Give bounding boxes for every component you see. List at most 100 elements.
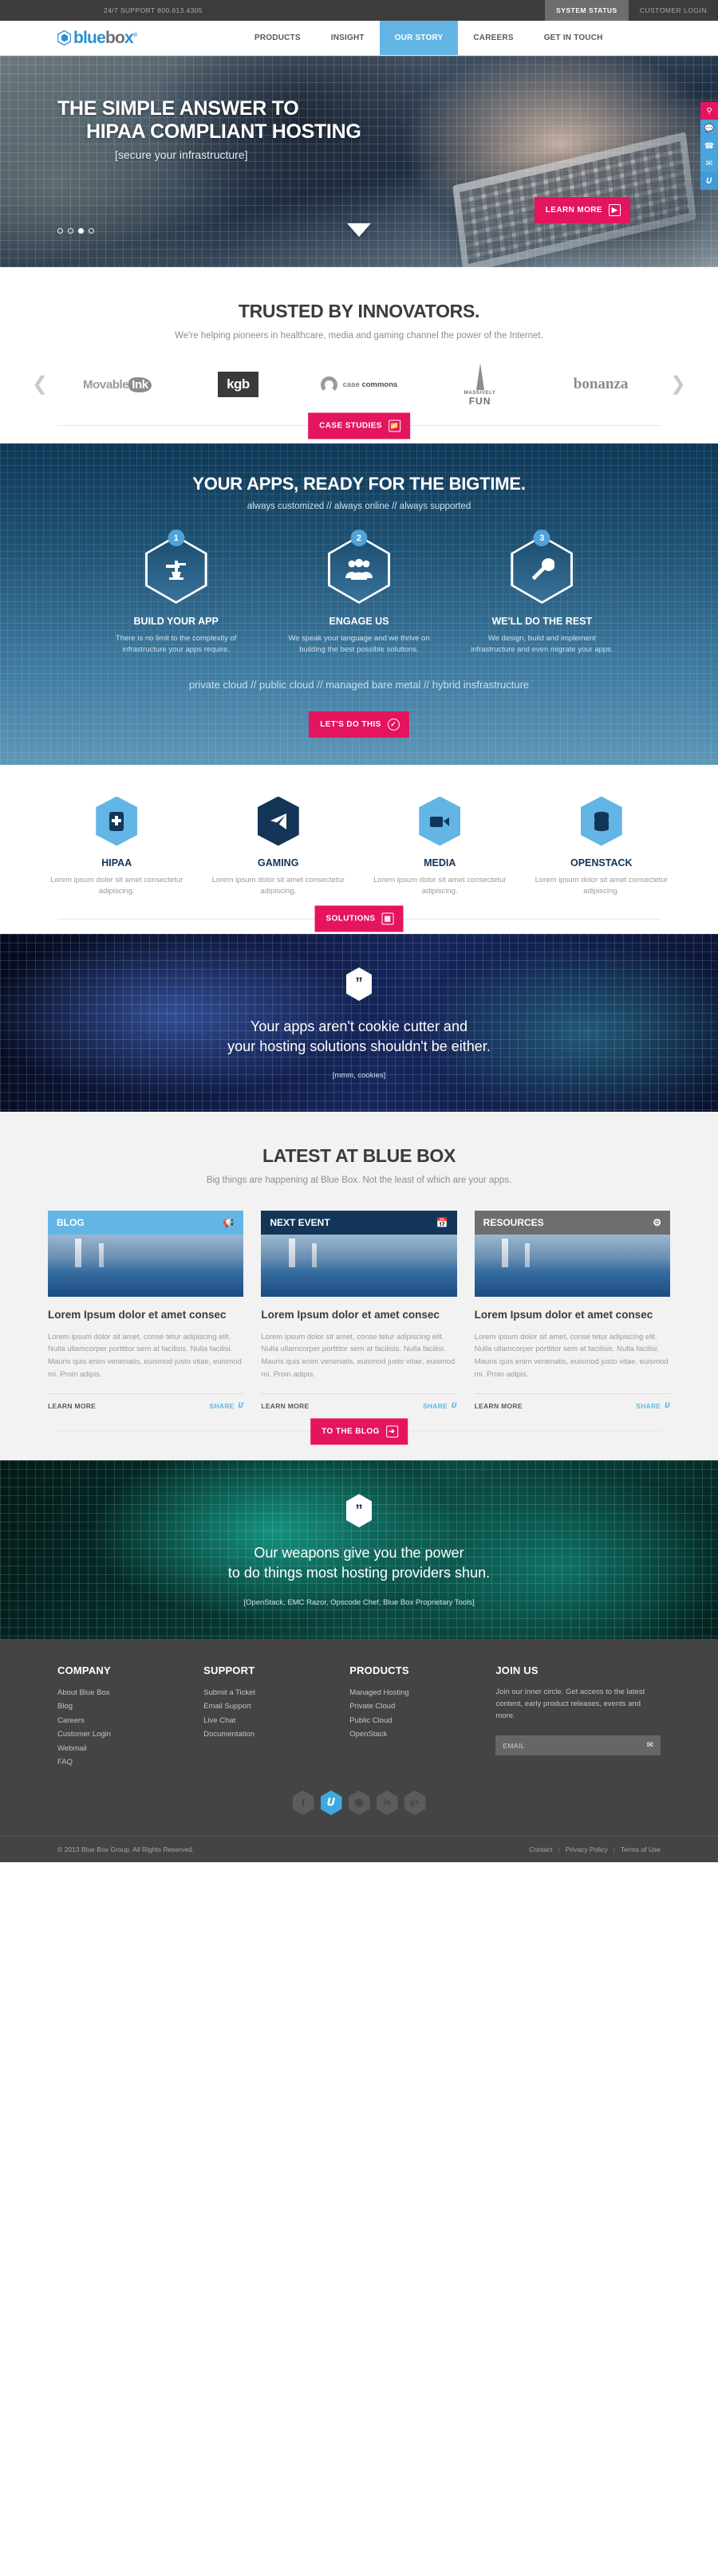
footer-link-faq[interactable]: FAQ (57, 1755, 180, 1770)
footer-link-email-support[interactable]: Email Support (203, 1700, 325, 1714)
card-blog-label: BLOG (57, 1217, 85, 1229)
facebook-icon[interactable]: f (292, 1790, 314, 1815)
footer-link-managed-hosting[interactable]: Managed Hosting (349, 1686, 471, 1700)
card-next-event-share[interactable]: SHARE 𝑼 (423, 1401, 457, 1410)
step-engage-us: 2 ENGAGE US We speak your language and w… (282, 530, 435, 656)
solutions-button[interactable]: SOLUTIONS ▦ (314, 905, 404, 932)
footer-link-terms[interactable]: Terms of Use (621, 1845, 661, 1853)
hero-title-line2: HIPAA COMPLIANT HOSTING (86, 120, 361, 143)
system-status-link[interactable]: SYSTEM STATUS (545, 0, 629, 21)
chevron-left-icon[interactable]: ❮ (32, 375, 48, 394)
hero-learn-more-button[interactable]: LEARN MORE ▶ (534, 197, 630, 223)
footer-link-customer-login[interactable]: Customer Login (57, 1727, 180, 1742)
carousel-dot-1[interactable] (57, 228, 63, 234)
nav-item-products[interactable]: PRODUCTS (239, 21, 316, 55)
quote-mark-icon: ” (346, 967, 372, 1001)
latest-title: LATEST AT BLUE BOX (262, 1145, 456, 1167)
footer-link-live-chat[interactable]: Live Chat (203, 1714, 325, 1728)
database-stack-icon (580, 796, 622, 846)
quote2-line1: Our weapons give you the power (254, 1545, 464, 1562)
card-blog-share-label: SHARE (209, 1401, 235, 1410)
card-resources-header[interactable]: RESOURCES ⚙ (474, 1211, 670, 1235)
footer-link-submit-ticket[interactable]: Submit a Ticket (203, 1686, 325, 1700)
twitter-icon[interactable]: 𝑼 (320, 1790, 342, 1815)
card-blog-thumbnail (48, 1235, 244, 1298)
search-icon[interactable]: ⚲ (700, 102, 718, 120)
footer-link-public-cloud[interactable]: Public Cloud (349, 1714, 471, 1728)
envelope-icon[interactable]: ✉ (647, 1741, 653, 1750)
step-1-title: BUILD YOUR APP (133, 616, 219, 627)
main-navigation: bluebox® PRODUCTS INSIGHT OUR STORY CARE… (0, 21, 718, 56)
card-resources-label: RESOURCES (483, 1217, 544, 1229)
googleplus-icon[interactable]: g+ (404, 1790, 426, 1815)
casecommons-wordmark: case commons (343, 380, 398, 389)
footer-join-title: JOIN US (495, 1664, 538, 1676)
solution-openstack[interactable]: OPENSTACK Lorem ipsum dolor sit amet con… (529, 796, 675, 898)
footer-link-webmail[interactable]: Webmail (57, 1742, 180, 1756)
quote1-line2: your hosting solutions shouldn't be eith… (227, 1038, 491, 1055)
mail-icon[interactable]: ✉ (700, 155, 718, 172)
nav-item-insight[interactable]: INSIGHT (316, 21, 380, 55)
footer-link-private-cloud[interactable]: Private Cloud (349, 1700, 471, 1714)
footer-link-about[interactable]: About Blue Box (57, 1686, 180, 1700)
linkedin-icon[interactable]: in (376, 1790, 398, 1815)
folder-icon: 📁 (388, 419, 400, 431)
chat-icon[interactable]: 💬 (700, 120, 718, 137)
client-logo-case-commons[interactable]: case commons (307, 364, 411, 404)
bluebox-logo[interactable]: bluebox® (57, 30, 137, 46)
client-logo-kgb[interactable]: kgb (187, 364, 290, 404)
footer-link-openstack[interactable]: OpenStack (349, 1727, 471, 1742)
lets-do-this-label: LET'S DO THIS (320, 719, 381, 729)
card-blog-header[interactable]: BLOG 📢 (48, 1211, 244, 1235)
github-icon[interactable]: ◉ (348, 1790, 370, 1815)
latest-cards: BLOG 📢 Lorem Ipsum dolor et amet consec … (0, 1211, 718, 1410)
solution-hipaa-body: Lorem ipsum dolor sit amet consectetur a… (50, 875, 183, 896)
apps-steps: 1 BUILD YOUR APP There is no limit to th… (0, 530, 718, 656)
twitter-icon[interactable]: 𝑼 (700, 172, 718, 190)
nav-item-get-in-touch[interactable]: GET IN TOUCH (529, 21, 618, 55)
client-logo-movable-ink[interactable]: Movable Ink (65, 364, 169, 404)
movableink-part1: Movable (83, 377, 129, 392)
nav-item-our-story[interactable]: OUR STORY (379, 21, 459, 55)
chevron-right-icon[interactable]: ❯ (670, 375, 686, 394)
solution-gaming[interactable]: GAMING Lorem ipsum dolor sit amet consec… (206, 796, 352, 898)
card-resources-learn-more[interactable]: LEARN MORE (475, 1402, 523, 1410)
card-blog-learn-more[interactable]: LEARN MORE (48, 1402, 96, 1410)
phone-icon[interactable]: ☎ (700, 137, 718, 155)
newsletter-email-field[interactable]: EMAIL ✉ (495, 1735, 661, 1756)
card-next-event-learn-more[interactable]: LEARN MORE (261, 1402, 309, 1410)
chevron-down-icon[interactable] (347, 223, 371, 237)
solution-media[interactable]: MEDIA Lorem ipsum dolor sit amet consect… (367, 796, 513, 898)
quote-band-weapons: ” Our weapons give you the power to do t… (0, 1460, 718, 1639)
footer-link-blog[interactable]: Blog (57, 1700, 180, 1714)
client-logo-bonanza[interactable]: bonanza (549, 364, 653, 404)
footer-legal-links: Contact | Privacy Policy | Terms of Use (529, 1845, 661, 1853)
lets-do-this-button[interactable]: LET'S DO THIS ✓ (309, 711, 409, 738)
card-next-event-header[interactable]: NEXT EVENT 📅 (261, 1211, 457, 1235)
solution-openstack-body: Lorem ipsum dolor sit amet consectetur a… (535, 875, 668, 896)
footer-columns: COMPANY About Blue Box Blog Careers Cust… (0, 1664, 718, 1770)
footer-link-documentation[interactable]: Documentation (203, 1727, 325, 1742)
footer-link-contact[interactable]: Contact (529, 1845, 552, 1853)
client-logo-massively-fun[interactable]: MASSIVELY FUN (428, 362, 532, 407)
latest-subtitle: Big things are happening at Blue Box. No… (206, 1176, 512, 1186)
nav-item-careers[interactable]: CAREERS (458, 21, 528, 55)
footer-link-careers[interactable]: Careers (57, 1714, 180, 1728)
footer-link-privacy[interactable]: Privacy Policy (566, 1845, 608, 1853)
side-rail: ⚲ 💬 ☎ ✉ 𝑼 (700, 102, 718, 190)
carousel-dot-2[interactable] (68, 228, 73, 234)
carousel-dot-3[interactable] (78, 228, 84, 234)
carousel-dot-4[interactable] (89, 228, 94, 234)
card-blog-share[interactable]: SHARE 𝑼 (209, 1401, 243, 1410)
case-studies-button[interactable]: CASE STUDIES 📁 (308, 412, 410, 439)
movableink-wordmark: Movable Ink (83, 376, 152, 392)
card-resources-share[interactable]: SHARE 𝑼 (636, 1401, 670, 1410)
solution-hipaa[interactable]: HIPAA Lorem ipsum dolor sit amet consect… (44, 796, 190, 898)
bluebox-hex-mark (57, 30, 71, 45)
footer-company-links: About Blue Box Blog Careers Customer Log… (57, 1686, 180, 1770)
logo-area[interactable]: bluebox® (0, 21, 239, 55)
to-the-blog-button[interactable]: TO THE BLOG ➔ (310, 1418, 408, 1445)
hero-carousel-dots[interactable] (57, 228, 94, 234)
customer-login-link[interactable]: CUSTOMER LOGIN (629, 0, 718, 21)
case-studies-label: CASE STUDIES (319, 421, 382, 430)
